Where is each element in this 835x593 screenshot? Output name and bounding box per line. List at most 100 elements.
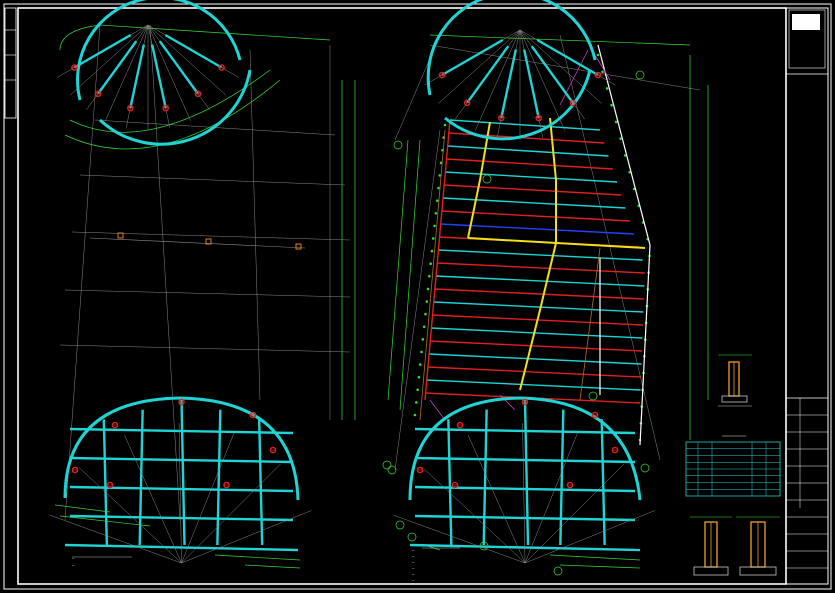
right-note-1: — bbox=[412, 548, 415, 553]
edge-column-dot bbox=[434, 211, 438, 215]
dome-rib-beam bbox=[180, 399, 186, 546]
edge-column-dot bbox=[601, 70, 604, 74]
edge-column-dot bbox=[420, 350, 423, 354]
dome-grid-line bbox=[524, 433, 578, 564]
right-note-2: — bbox=[412, 554, 415, 559]
dome-rib-beam bbox=[102, 419, 109, 546]
roof-beam bbox=[434, 288, 644, 300]
axis-bubble bbox=[635, 70, 645, 80]
axis-bubble bbox=[640, 463, 650, 473]
roof-beam bbox=[444, 184, 622, 196]
fan-rib-beam bbox=[441, 38, 504, 77]
axis-bubble bbox=[393, 140, 403, 150]
left-bottom-dome-roof bbox=[49, 396, 312, 564]
cad-drawing-canvas: — — — — — — — — bbox=[3, 0, 832, 590]
edge-column-dot bbox=[417, 375, 421, 379]
axis-bubble bbox=[387, 465, 397, 475]
dome-rib-beam bbox=[600, 419, 606, 546]
axis-bubble bbox=[553, 566, 563, 576]
roof-beam bbox=[429, 340, 642, 352]
dome-grid-line bbox=[467, 435, 526, 564]
left-note-1: — bbox=[72, 556, 75, 561]
right-plan-secondary-lines bbox=[419, 129, 601, 421]
fan-rib-beam bbox=[164, 33, 223, 69]
fan-rib-beam bbox=[522, 49, 540, 119]
right-top-fan-roof bbox=[424, 0, 616, 141]
roof-beam bbox=[427, 366, 642, 378]
fan-rib-beam bbox=[500, 49, 518, 119]
column-detail-bottom-right bbox=[736, 516, 780, 576]
right-floor-plan: — — — — — — bbox=[382, 0, 709, 583]
roof-beam bbox=[447, 145, 609, 157]
axis-bubble bbox=[407, 532, 417, 542]
edge-column-dot bbox=[433, 224, 436, 228]
right-note-5: — bbox=[412, 572, 415, 577]
axis-bubble bbox=[588, 391, 598, 401]
dome-ring-beam bbox=[414, 485, 636, 493]
roof-beam bbox=[442, 197, 626, 209]
edge-column-dot bbox=[413, 413, 417, 417]
drawing-frame bbox=[3, 3, 832, 590]
edge-column-dot bbox=[430, 249, 434, 253]
radial-grid-line bbox=[475, 29, 521, 131]
company-logo bbox=[792, 14, 820, 30]
roof-beam bbox=[436, 262, 645, 274]
edge-column-dot bbox=[428, 275, 431, 278]
fan-rib-beam bbox=[97, 40, 138, 95]
left-floor-plan: — — bbox=[49, 0, 356, 569]
edge-column-dot bbox=[424, 312, 427, 316]
fan-rib-beam bbox=[158, 40, 199, 95]
roof-beam bbox=[426, 379, 641, 391]
dome-grid-line bbox=[124, 435, 182, 564]
edge-column-dot bbox=[443, 123, 447, 127]
dome-ring-beam bbox=[414, 514, 636, 522]
axis-bubble bbox=[482, 174, 492, 184]
right-note-6: — bbox=[412, 578, 415, 583]
edge-column-dot bbox=[426, 287, 430, 291]
right-plan-notes: — — — — — — bbox=[412, 547, 460, 583]
edge-column-dot bbox=[610, 103, 613, 107]
left-plan-notes: — — bbox=[72, 556, 132, 568]
left-top-fan-roof bbox=[56, 0, 252, 146]
column-detail-bottom-left bbox=[690, 516, 732, 576]
roof-beam bbox=[433, 301, 644, 313]
left-note-2: — bbox=[72, 563, 75, 568]
edge-column-dot bbox=[418, 363, 422, 366]
fan-rib-beam bbox=[129, 44, 146, 109]
right-plan-beams bbox=[424, 119, 645, 404]
radial-grid-line bbox=[519, 29, 565, 131]
column-detail-top bbox=[718, 354, 752, 407]
roof-beam bbox=[445, 171, 618, 183]
dome-rib-beam bbox=[523, 399, 530, 546]
edge-column-dot bbox=[435, 199, 439, 202]
roof-beam bbox=[446, 158, 613, 170]
roof-beam bbox=[449, 119, 601, 131]
material-table bbox=[685, 435, 781, 497]
edge-column-dot bbox=[415, 401, 418, 404]
edge-column-dot bbox=[431, 237, 435, 240]
roof-beam bbox=[435, 275, 645, 287]
dome-grid-line bbox=[178, 423, 182, 564]
edge-column-dot bbox=[416, 388, 419, 392]
fan-rib-beam bbox=[150, 44, 167, 109]
edge-column-dot bbox=[437, 186, 440, 190]
dome-rib-beam bbox=[447, 419, 453, 546]
dome-rib-beam bbox=[559, 409, 565, 546]
edge-column-dot bbox=[596, 53, 600, 57]
right-note-3: — bbox=[412, 560, 415, 565]
axis-bubble bbox=[395, 520, 405, 530]
roof-beam bbox=[431, 327, 643, 339]
fan-rib-beam bbox=[530, 45, 574, 104]
dome-grid-line bbox=[522, 423, 526, 564]
dome-rib-beam bbox=[257, 419, 264, 546]
axis-bubble bbox=[382, 460, 392, 470]
dome-grid-line bbox=[181, 433, 235, 564]
right-note-4: — bbox=[412, 566, 415, 571]
edge-column-dot bbox=[421, 338, 425, 341]
title-block bbox=[785, 7, 829, 585]
roof-beam bbox=[428, 353, 642, 365]
roof-edge-beam bbox=[424, 119, 451, 401]
edge-column-dot bbox=[422, 325, 426, 329]
edge-column-dot bbox=[425, 300, 429, 303]
edge-column-dot bbox=[614, 120, 618, 124]
